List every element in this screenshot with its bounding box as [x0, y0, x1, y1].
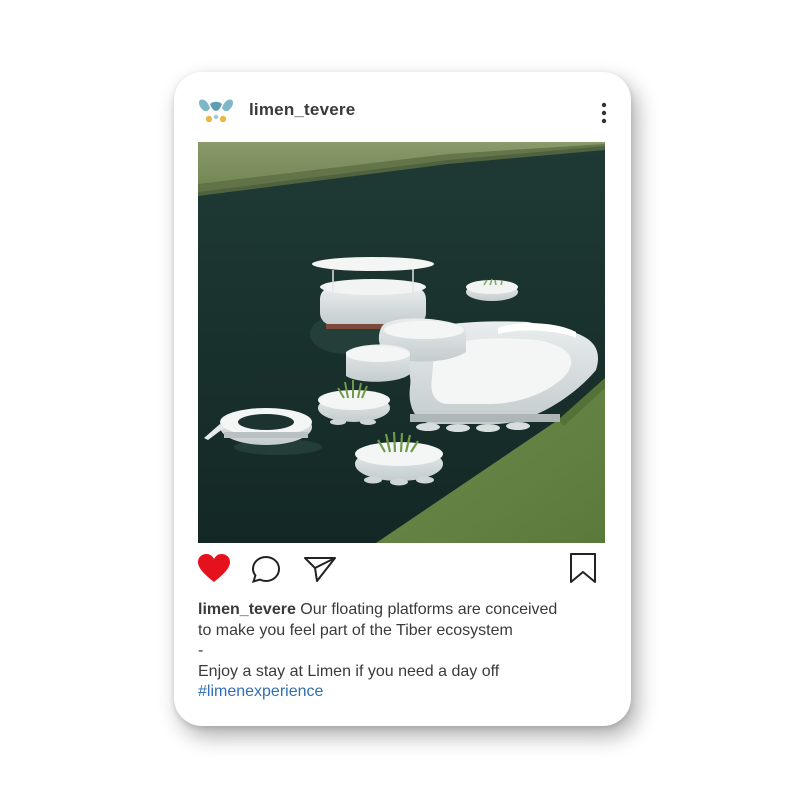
bookmark-icon[interactable]	[568, 552, 598, 584]
post-image[interactable]	[198, 142, 605, 543]
limen-logo-icon[interactable]	[198, 96, 234, 126]
post-header: limen_tevere	[174, 72, 631, 142]
caption-hashtag[interactable]: #limenexperience	[198, 682, 608, 703]
vertical-dots-icon[interactable]	[594, 100, 614, 126]
post-username[interactable]: limen_tevere	[249, 100, 355, 120]
floating-platforms-render	[198, 142, 605, 543]
caption-text-1: Our floating platforms are conceived	[300, 601, 558, 618]
heart-icon[interactable]	[196, 552, 232, 584]
comment-bubble-icon[interactable]	[250, 554, 282, 584]
caption-line-1: limen_tevere Our floating platforms are …	[198, 600, 608, 621]
post-actions	[174, 550, 631, 590]
post-caption: limen_tevere Our floating platforms are …	[198, 600, 608, 703]
caption-username[interactable]: limen_tevere	[198, 601, 296, 618]
paper-plane-icon[interactable]	[302, 554, 338, 584]
caption-separator: -	[198, 642, 204, 659]
post-card: limen_tevere limen_tevere Our floating p…	[174, 72, 631, 726]
caption-text-2: to make you feel part of the Tiber ecosy…	[198, 621, 513, 639]
caption-text-3: Enjoy a stay at Limen if you need a day …	[198, 662, 500, 680]
